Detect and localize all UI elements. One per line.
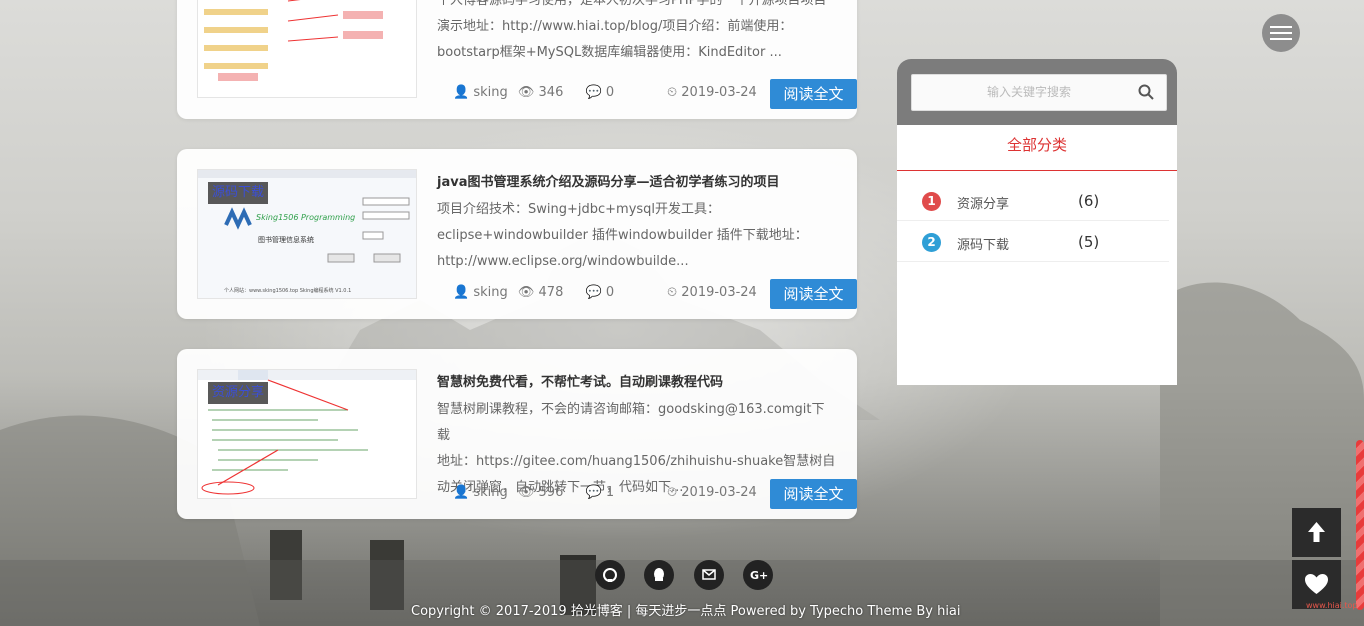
svg-text:个人网站：www.sking1506.top Sking编: 个人网站：www.sking1506.top Sking编程系统 V1.0.1 bbox=[224, 287, 351, 294]
comment-icon: 💬 bbox=[585, 485, 602, 500]
post-views: 346 bbox=[538, 85, 564, 100]
google-plus-glyph: G+ bbox=[750, 569, 768, 582]
qq-icon[interactable] bbox=[644, 560, 674, 590]
post-meta: 👤 sking 👁 478 💬 0 bbox=[453, 285, 614, 300]
menu-button[interactable] bbox=[1262, 14, 1300, 52]
mail-icon[interactable] bbox=[694, 560, 724, 590]
user-icon: 👤 bbox=[453, 85, 470, 100]
post-thumbnail[interactable]: 资源分享 bbox=[197, 369, 417, 499]
menu-icon bbox=[1270, 38, 1292, 40]
post-author[interactable]: sking bbox=[473, 485, 507, 500]
category-rank-badge: 1 bbox=[922, 192, 941, 211]
envelope-glyph bbox=[702, 569, 716, 580]
post-title[interactable]: java图书管理系统介绍及源码分享—适合初学者练习的项目 bbox=[437, 171, 779, 190]
category-tag[interactable]: 源码下载 bbox=[208, 182, 268, 204]
qq-glyph bbox=[654, 568, 664, 581]
sidebar: 输入关键字搜索 全部分类 1 资源分享 (6) 2 源码下载 (5) bbox=[897, 59, 1177, 385]
post-card: 资源分享 智慧树免费代看，不帮忙考试。自动刷课教程代码 智慧树刷课教程，不会的请… bbox=[177, 349, 857, 519]
category-count: (5) bbox=[1078, 233, 1100, 251]
comment-icon: 💬 bbox=[585, 85, 602, 100]
search-panel: 输入关键字搜索 bbox=[897, 59, 1177, 125]
eye-icon: 👁 bbox=[517, 85, 535, 100]
svg-text:Sking1506 Programming: Sking1506 Programming bbox=[256, 213, 355, 222]
post-title[interactable]: 智慧树免费代看，不帮忙考试。自动刷课教程代码 bbox=[437, 371, 723, 390]
post-views: 478 bbox=[538, 285, 564, 300]
category-tag[interactable]: 资源分享 bbox=[208, 382, 268, 404]
google-plus-icon[interactable]: G+ bbox=[743, 560, 773, 590]
user-icon: 👤 bbox=[453, 285, 470, 300]
watermark: www.hiai.top bbox=[1306, 601, 1358, 610]
comment-icon: 💬 bbox=[585, 285, 602, 300]
post-comments: 0 bbox=[605, 285, 615, 300]
search-input[interactable]: 输入关键字搜索 bbox=[911, 74, 1167, 111]
clock-icon: ⏲ bbox=[667, 285, 678, 300]
post-thumbnail[interactable]: Sking1506 Programming 图书管理信息系统 个人网站：www.… bbox=[197, 169, 417, 299]
post-comments: 0 bbox=[605, 85, 615, 100]
post-meta: 👤 sking 👁 596 💬 1 bbox=[453, 485, 614, 500]
category-item[interactable]: 2 源码下载 (5) bbox=[897, 222, 1169, 262]
github-glyph bbox=[603, 568, 617, 582]
post-date: ⏲ 2019-03-24 bbox=[667, 485, 757, 500]
post-excerpt: 项目介绍技术：Swing+jdbc+mysql开发工具： eclipse+win… bbox=[437, 202, 808, 269]
post-comments: 1 bbox=[605, 485, 615, 500]
post-views: 596 bbox=[538, 485, 564, 500]
category-name[interactable]: 资源分享 bbox=[957, 193, 1009, 212]
svg-text:G+: G+ bbox=[750, 569, 768, 582]
read-more-button[interactable]: 阅读全文 bbox=[770, 79, 857, 109]
scrollbar[interactable] bbox=[1356, 440, 1364, 610]
github-icon[interactable] bbox=[595, 560, 625, 590]
post-thumbnail[interactable] bbox=[197, 0, 417, 98]
post-card: 个人博客源码学习使用，是本人初次学习PHP学的一个开源项目项目 演示地址：htt… bbox=[177, 0, 857, 119]
user-icon: 👤 bbox=[453, 485, 470, 500]
menu-icon bbox=[1270, 26, 1292, 28]
footer-copyright: Copyright © 2017-2019 拾光博客 | 每天进步一点点 Pow… bbox=[411, 604, 961, 619]
post-card: Sking1506 Programming 图书管理信息系统 个人网站：www.… bbox=[177, 149, 857, 319]
post-date: ⏲ 2019-03-24 bbox=[667, 85, 757, 100]
eye-icon: 👁 bbox=[517, 485, 535, 500]
search-icon[interactable] bbox=[1138, 84, 1154, 100]
category-rank-badge: 2 bbox=[922, 233, 941, 252]
clock-icon: ⏲ bbox=[667, 485, 678, 500]
category-name[interactable]: 源码下载 bbox=[957, 234, 1009, 253]
back-to-top-button[interactable] bbox=[1292, 508, 1341, 557]
post-date: ⏲ 2019-03-24 bbox=[667, 285, 757, 300]
thumbnail-image bbox=[198, 0, 416, 97]
post-meta: 👤 sking 👁 346 💬 0 bbox=[453, 85, 614, 100]
categories-title[interactable]: 全部分类 bbox=[897, 125, 1177, 171]
post-author[interactable]: sking bbox=[473, 85, 507, 100]
eye-icon: 👁 bbox=[517, 285, 535, 300]
svg-text:图书管理信息系统: 图书管理信息系统 bbox=[258, 235, 314, 244]
read-more-button[interactable]: 阅读全文 bbox=[770, 279, 857, 309]
category-item[interactable]: 1 资源分享 (6) bbox=[897, 181, 1169, 221]
post-excerpt: 个人博客源码学习使用，是本人初次学习PHP学的一个开源项目项目 演示地址：htt… bbox=[437, 0, 827, 60]
read-more-button[interactable]: 阅读全文 bbox=[770, 479, 857, 509]
menu-icon bbox=[1270, 32, 1292, 34]
post-author[interactable]: sking bbox=[473, 285, 507, 300]
category-count: (6) bbox=[1078, 192, 1100, 210]
clock-icon: ⏲ bbox=[667, 85, 678, 100]
arrow-up-icon bbox=[1308, 522, 1325, 542]
search-placeholder: 输入关键字搜索 bbox=[986, 85, 1071, 99]
